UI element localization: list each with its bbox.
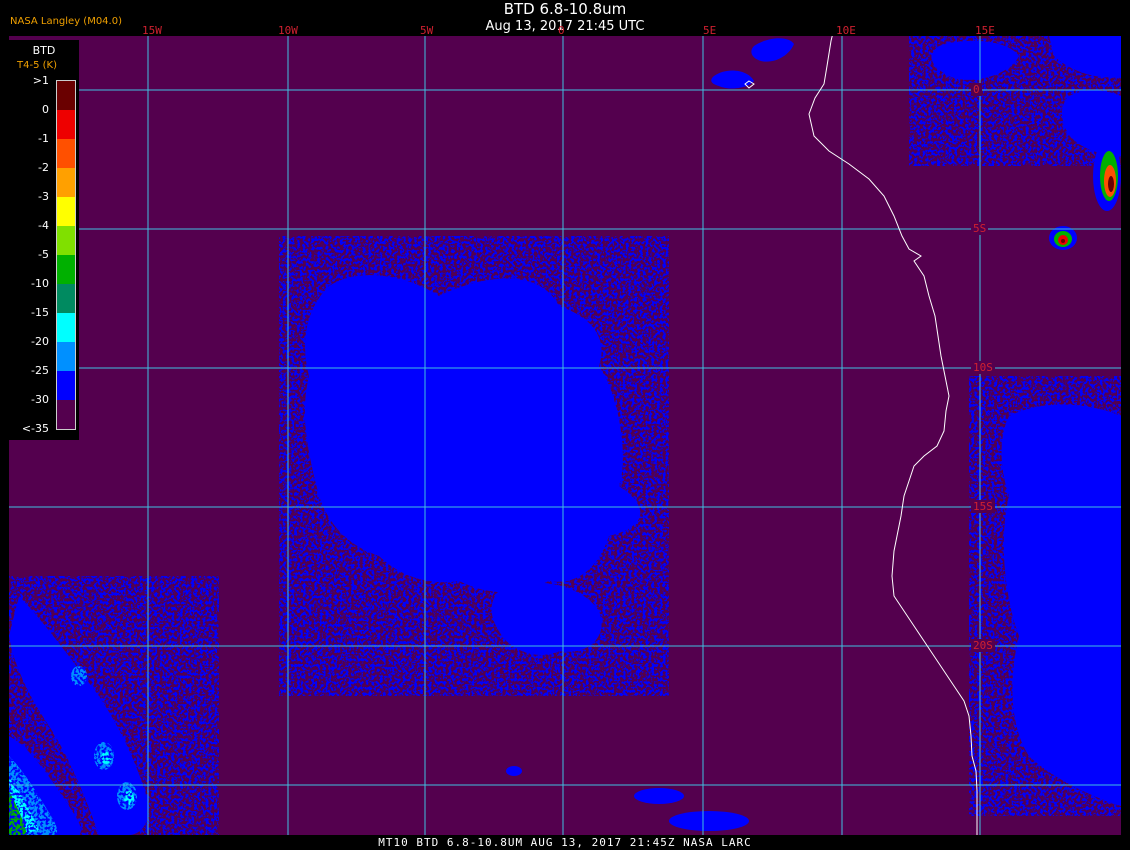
legend-tick-label: -2 <box>38 161 49 174</box>
legend-tick-label: -1 <box>38 132 49 145</box>
legend-swatch <box>57 110 75 139</box>
legend-tick-label: <-35 <box>21 422 49 435</box>
legend-tick-label: >1 <box>32 74 49 87</box>
color-legend: BTD T4-5 (K) >1 0 -1 -2 -3 -4 -5 -10 -15 -20 -25 -3… <box>9 40 79 440</box>
legend-swatch <box>57 342 75 371</box>
legend-swatch <box>57 400 75 429</box>
cloud-speckle-southwest <box>9 576 219 835</box>
lat-label-5s: 5S <box>971 222 989 235</box>
legend-swatch <box>57 255 75 284</box>
legend-swatch <box>57 371 75 400</box>
image-date: Aug 13, 2017 21:45 UTC <box>485 19 645 34</box>
lat-label-20s: 20S <box>971 639 995 652</box>
lat-label-10s: 10S <box>971 361 995 374</box>
legend-swatch <box>57 284 75 313</box>
legend-unit: T4-5 (K) <box>17 60 57 71</box>
legend-tick-label: 0 <box>42 103 49 116</box>
legend-tick-label: -25 <box>31 364 49 377</box>
legend-tick-label: -4 <box>38 219 49 232</box>
legend-tick-label: -10 <box>31 277 49 290</box>
image-title: BTD 6.8-10.8um <box>503 0 627 18</box>
legend-swatch <box>57 139 75 168</box>
map-canvas <box>9 36 1121 835</box>
cloud-speckle-east <box>909 36 1121 816</box>
cloud-south-scattered <box>506 766 749 831</box>
legend-swatch <box>57 313 75 342</box>
legend-tick-label: -15 <box>31 306 49 319</box>
credit-label: NASA Langley (M04.0) <box>10 16 122 27</box>
legend-tick-label: -20 <box>31 335 49 348</box>
cloud-north <box>711 38 794 89</box>
legend-swatch <box>57 197 75 226</box>
legend-title: BTD <box>32 44 56 57</box>
legend-tick-label: -5 <box>38 248 49 261</box>
legend-color-bar <box>56 80 76 430</box>
legend-swatch <box>57 226 75 255</box>
legend-swatch <box>57 81 75 110</box>
legend-swatch <box>57 168 75 197</box>
lat-label-0: 0 <box>971 83 982 96</box>
legend-tick-label: -30 <box>31 393 49 406</box>
satellite-map[interactable]: 0 5S 10S 15S 20S <box>9 36 1121 835</box>
lat-label-15s: 15S <box>971 500 995 513</box>
legend-tick-label: -3 <box>38 190 49 203</box>
footer-caption: MT10 BTD 6.8-10.8UM AUG 13, 2017 21:45Z … <box>378 836 752 849</box>
cloud-speckle-central <box>279 236 669 696</box>
